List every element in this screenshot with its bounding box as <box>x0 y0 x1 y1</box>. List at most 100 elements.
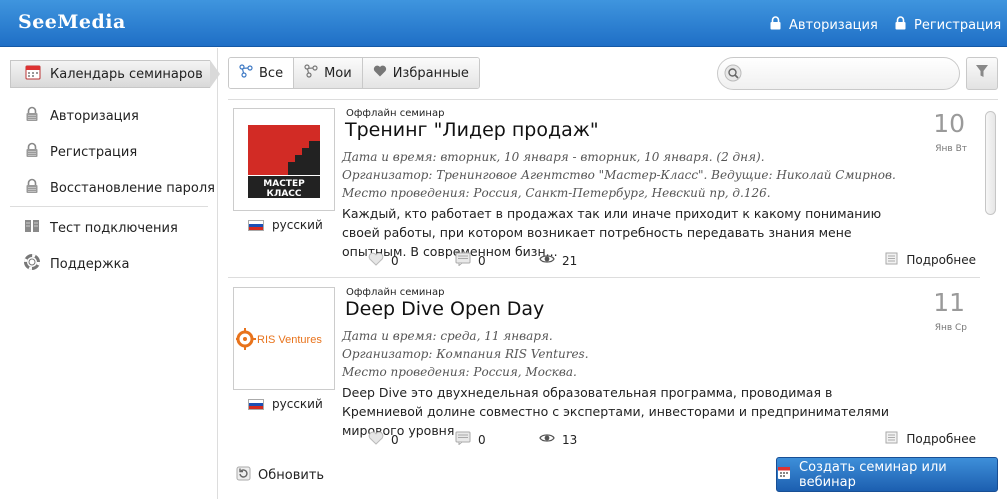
comments-count: 0 <box>478 432 486 447</box>
network-icon <box>304 64 318 82</box>
views-counter: 13 <box>539 431 577 448</box>
seminar-title[interactable]: Тренинг "Лидер продаж" <box>345 119 599 141</box>
document-icon <box>885 431 898 447</box>
seminar-place: Место проведения: Россия, Санкт-Петербур… <box>342 186 771 200</box>
eye-icon <box>539 252 555 269</box>
heart-icon <box>373 64 387 82</box>
sidebar-item-label: Поддержка <box>50 256 130 272</box>
sidebar-item-label: Тест подключения <box>50 220 178 236</box>
russia-flag-icon <box>248 219 264 231</box>
comment-icon <box>455 252 471 269</box>
russia-flag-icon <box>248 398 264 410</box>
seminar-day: 10 <box>933 109 965 138</box>
sidebar-item-label: Календарь семинаров <box>50 66 203 82</box>
tab-label: Избранные <box>392 65 469 81</box>
views-count: 13 <box>562 432 578 447</box>
tab-mine[interactable]: Мои <box>294 58 363 88</box>
language: русский <box>248 218 323 232</box>
seminar-datetime: Дата и время: среда, 11 января. <box>342 329 553 343</box>
filter-tabs: Все Мои Избранные <box>228 57 480 89</box>
organizer-logo: RIS Ventures <box>233 287 335 390</box>
seminar-card[interactable]: МАСТЕР КЛАСС русский Оффлайн семинар Тре… <box>228 100 980 278</box>
seminar-place: Место проведения: Россия, Москва. <box>342 365 577 379</box>
details-link[interactable]: Подробнее <box>885 431 976 447</box>
calendar-add-icon <box>777 465 791 484</box>
comments-count: 0 <box>478 253 486 268</box>
heart-icon <box>368 431 384 448</box>
comments-counter[interactable]: 0 <box>455 252 486 269</box>
header-login-label: Авторизация <box>789 17 878 33</box>
logo-text-line1: МАСТЕР <box>263 179 305 189</box>
logo-text: RIS Ventures <box>257 334 322 346</box>
header-register-label: Регистрация <box>914 17 1002 33</box>
search-input[interactable] <box>717 57 960 90</box>
refresh-label: Обновить <box>258 468 325 483</box>
seminar-card[interactable]: RIS Ventures русский Оффлайн семинар Dee… <box>228 279 980 449</box>
refresh-button[interactable]: Обновить <box>236 466 324 485</box>
lock-icon <box>769 16 782 34</box>
seminar-month-weekday: Янв Ср <box>934 323 967 333</box>
app-header: SeeMedia Авторизация Регистрация <box>0 0 1007 47</box>
lock-icon <box>24 106 40 126</box>
tab-label: Мои <box>324 65 352 81</box>
lock-icon <box>894 16 907 34</box>
seminar-month-weekday: Янв Вт <box>935 144 967 154</box>
tab-favorites[interactable]: Избранные <box>362 58 479 88</box>
comment-icon <box>455 431 471 448</box>
sidebar-item-label: Авторизация <box>50 108 139 124</box>
header-register-link[interactable]: Регистрация <box>894 16 1001 34</box>
network-icon <box>239 64 253 82</box>
ris-ventures-logo: RIS Ventures <box>236 327 322 350</box>
seminar-day: 11 <box>933 288 965 317</box>
tab-label: Все <box>259 65 284 81</box>
create-seminar-button[interactable]: Создать семинар или вебинар <box>776 457 998 492</box>
sidebar-item-connection-test[interactable]: Тест подключения <box>24 218 178 238</box>
scrollbar-thumb[interactable] <box>985 111 996 215</box>
likes-count: 0 <box>391 253 399 268</box>
funnel-icon <box>975 64 989 83</box>
sidebar-item-label: Регистрация <box>50 144 138 160</box>
tab-all[interactable]: Все <box>229 58 295 88</box>
list-scrollbar[interactable] <box>983 101 997 447</box>
sidebar-item-label: Восстановление пароля <box>50 180 216 196</box>
likes-counter[interactable]: 0 <box>368 252 399 269</box>
app-logo[interactable]: SeeMedia <box>18 11 126 33</box>
sidebar-item-register[interactable]: Регистрация <box>24 142 137 162</box>
seminar-type: Оффлайн семинар <box>346 108 445 119</box>
sidebar-item-calendar[interactable]: Календарь семинаров <box>10 60 220 88</box>
seminar-datetime: Дата и время: вторник, 10 января - вторн… <box>342 150 765 164</box>
sidebar-item-support[interactable]: Поддержка <box>24 254 130 274</box>
seminar-organizer: Организатор: Тренинговое Агентство "Маст… <box>342 168 896 182</box>
seminar-type: Оффлайн семинар <box>346 287 445 298</box>
document-icon <box>885 252 898 268</box>
sidebar: Календарь семинаров Авторизация Регистра… <box>0 48 220 499</box>
views-counter: 21 <box>539 252 577 269</box>
seminar-description: Deep Dive это двухнедельная образователь… <box>342 385 890 438</box>
views-count: 21 <box>562 253 578 268</box>
sidebar-item-password-recovery[interactable]: Восстановление пароля <box>24 178 215 198</box>
language-label: русский <box>272 397 323 411</box>
seminar-organizer: Организатор: Компания RIS Ventures. <box>342 347 589 361</box>
likes-count: 0 <box>391 432 399 447</box>
server-icon <box>24 218 40 238</box>
master-class-logo: МАСТЕР КЛАСС <box>248 124 320 199</box>
sidebar-item-login[interactable]: Авторизация <box>24 106 139 126</box>
create-seminar-label: Создать семинар или вебинар <box>799 459 947 490</box>
seminar-title[interactable]: Deep Dive Open Day <box>345 298 544 320</box>
heart-icon <box>368 252 384 269</box>
eye-icon <box>539 431 555 448</box>
details-label: Подробнее <box>906 432 976 446</box>
language: русский <box>248 397 323 411</box>
seminar-list: МАСТЕР КЛАСС русский Оффлайн семинар Тре… <box>228 99 998 449</box>
sidebar-divider <box>10 206 208 207</box>
calendar-icon <box>25 64 41 84</box>
language-label: русский <box>272 218 323 232</box>
lock-icon <box>24 178 40 198</box>
seminar-description: Каждый, кто работает в продажах так или … <box>342 206 882 259</box>
likes-counter[interactable]: 0 <box>368 431 399 448</box>
details-link[interactable]: Подробнее <box>885 252 976 268</box>
comments-counter[interactable]: 0 <box>455 431 486 448</box>
filter-button[interactable] <box>966 57 998 90</box>
details-label: Подробнее <box>906 253 976 267</box>
header-login-link[interactable]: Авторизация <box>769 16 878 34</box>
